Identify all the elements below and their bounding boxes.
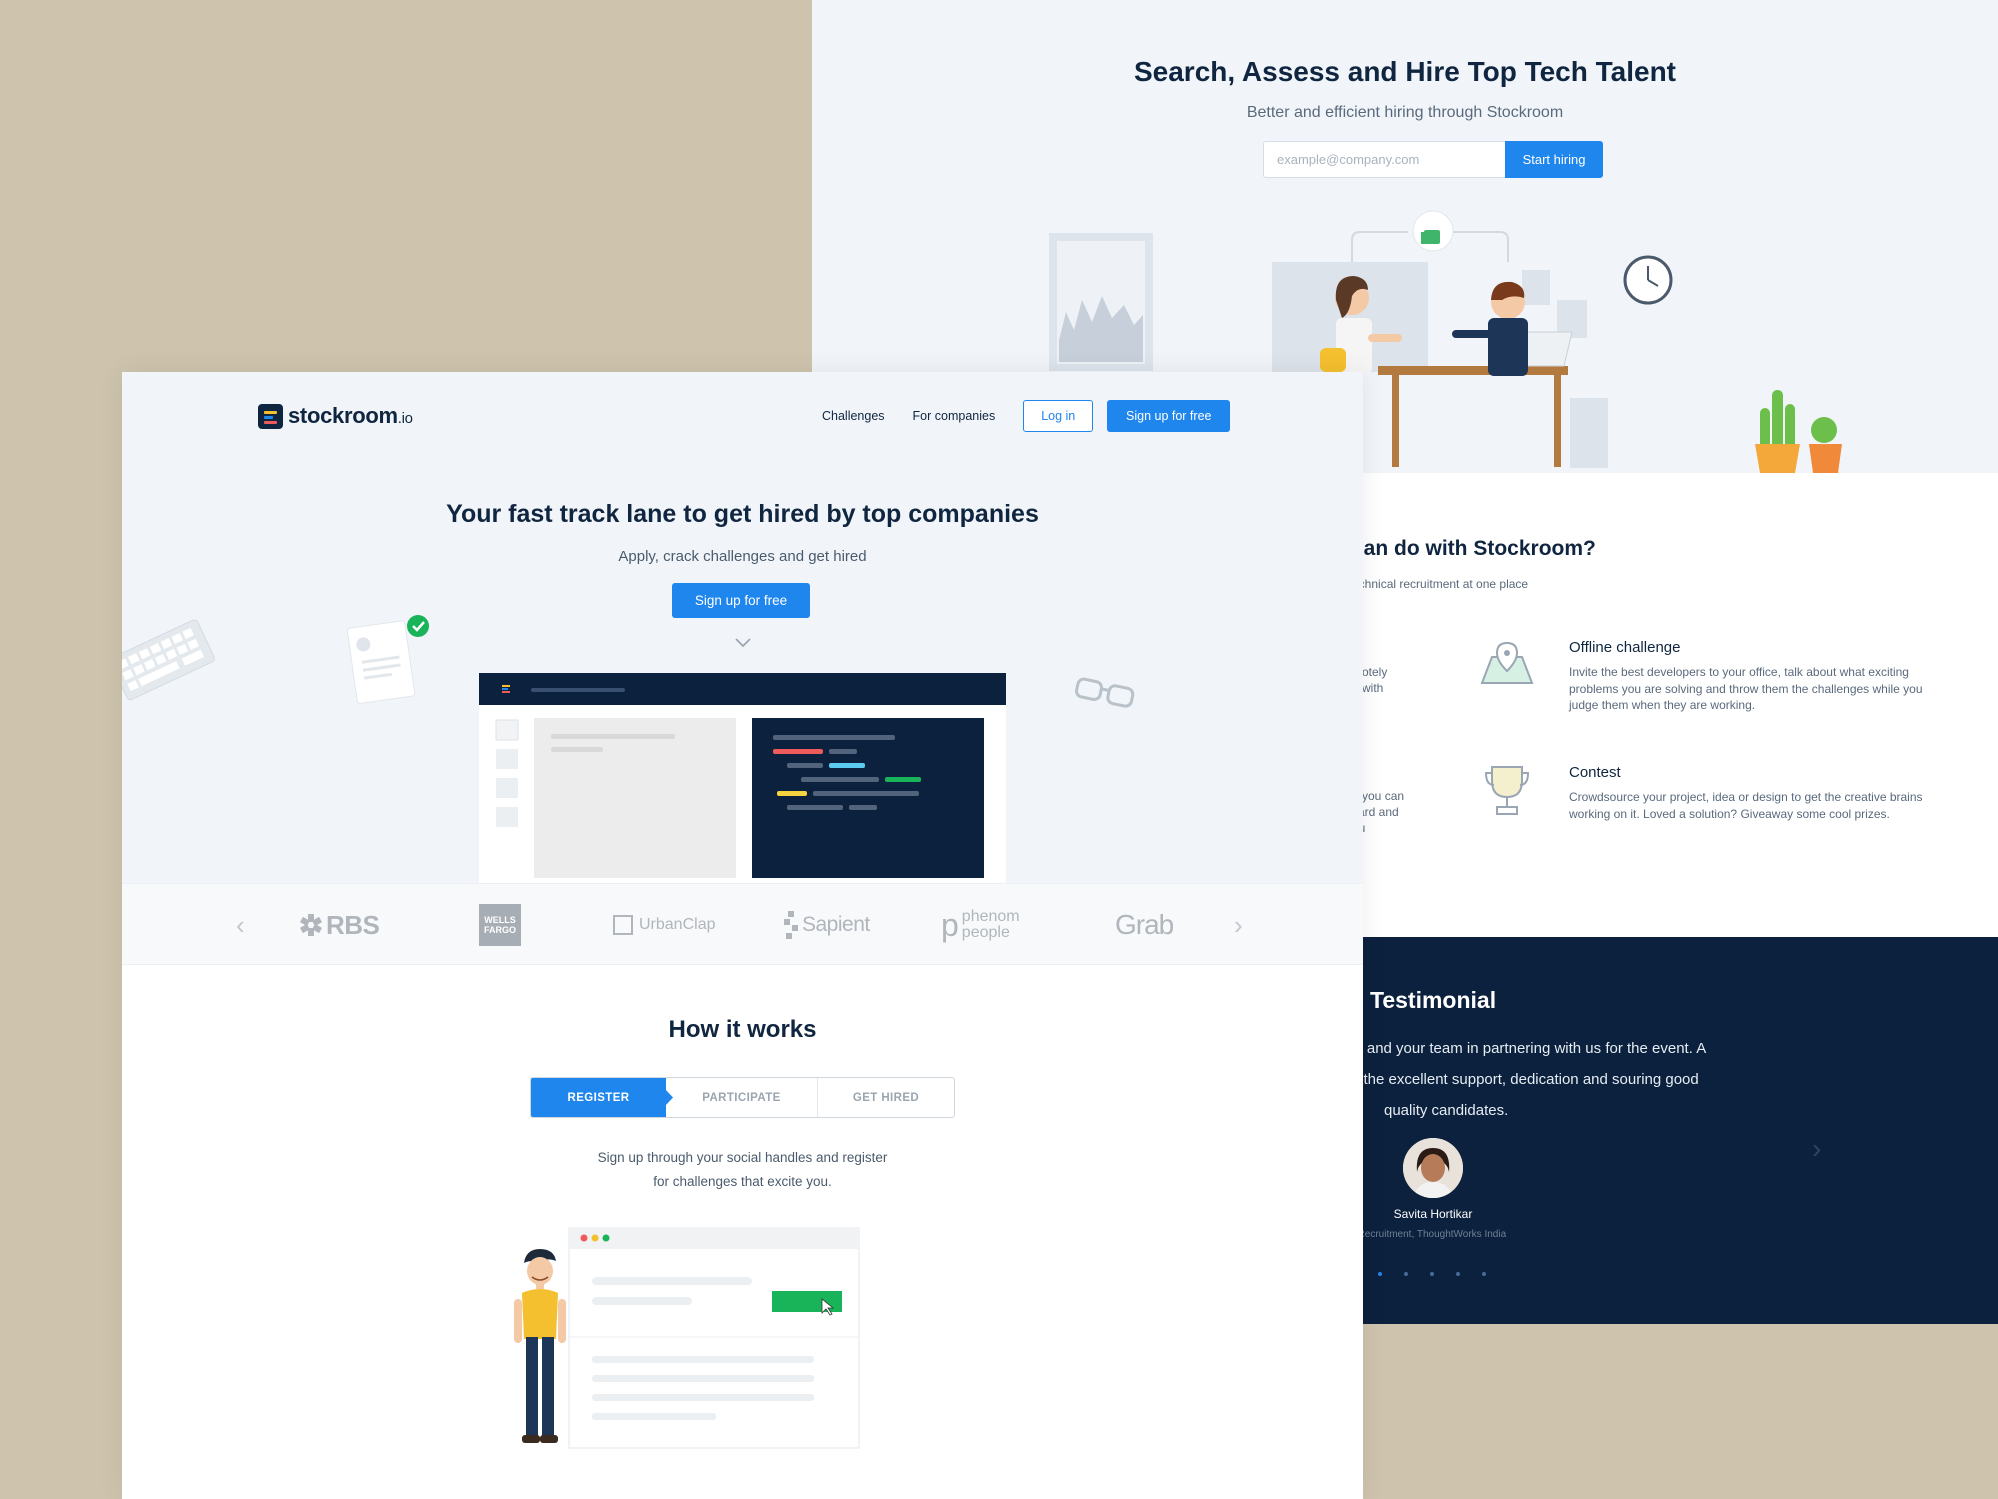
hero-signup-button[interactable]: Sign up for free: [672, 583, 810, 618]
feature-partial-text-2: d you can card and ou: [1352, 789, 1405, 835]
green-action-button: [772, 1291, 842, 1312]
testimonial-quote: ou and your team in partnering with us f…: [1346, 1040, 1707, 1119]
glasses-illustration: [1075, 677, 1135, 708]
carousel-dot[interactable]: [1404, 1272, 1408, 1276]
step-arrow: [665, 1089, 673, 1106]
client-logo-wells-fargo: WELLS FARGO: [479, 884, 521, 966]
features-subheading: echnical recruitment at one place: [1352, 577, 1529, 591]
chevron-down-icon[interactable]: [734, 637, 752, 649]
carousel-dot[interactable]: [1378, 1272, 1382, 1276]
main-nav: Challenges For companies Log in Sign up …: [822, 400, 1231, 432]
step-tab-get-hired[interactable]: GET HIRED: [818, 1078, 954, 1117]
brand-name: stockroom.io: [288, 403, 413, 428]
feature-offline-challenge: Offline challenge Invite the best develo…: [1569, 639, 1929, 714]
document-check-illustration: [346, 615, 429, 704]
nav-link-challenges[interactable]: Challenges: [822, 409, 885, 423]
client-logo-grab: Grab: [1115, 909, 1174, 940]
carousel-dot[interactable]: [1430, 1272, 1434, 1276]
client-logo-phenom-people: p phenom people: [941, 906, 1020, 943]
client-logos-bar: ‹ RBS WELLS FARGO UrbanClap Sapient p ph…: [122, 883, 1363, 965]
nav-link-for-companies[interactable]: For companies: [913, 409, 996, 423]
avatar: [1403, 1138, 1463, 1198]
candidate-page: stockroom.io Challenges For companies Lo…: [122, 372, 1363, 1499]
how-it-works-steps: REGISTER PARTICIPATE GET HIRED: [530, 1077, 955, 1118]
urbanclap-icon: [613, 915, 633, 935]
hero-title: Your fast track lane to get hired by top…: [446, 500, 1039, 528]
code-editor-panel: [752, 718, 984, 878]
feature-description: Invite the best developers to your offic…: [1569, 665, 1923, 712]
step-description: Sign up through your social handles and …: [597, 1150, 888, 1189]
features-heading: can do with Stockroom?: [1352, 537, 1596, 560]
feature-title: Contest: [1569, 764, 1621, 781]
phenom-icon: p: [941, 906, 959, 943]
testimonial-heading: Testimonial: [1370, 987, 1497, 1013]
sapient-icon: [784, 911, 798, 939]
carousel-dots: [1378, 1272, 1486, 1276]
map-pin-icon: [1480, 641, 1534, 684]
chevron-left-icon[interactable]: ‹: [236, 910, 245, 941]
client-logo-rbs: RBS: [299, 884, 380, 966]
chevron-right-icon[interactable]: ›: [1812, 1133, 1821, 1165]
office-desk: [1378, 366, 1568, 375]
step-tab-register[interactable]: REGISTER: [531, 1078, 666, 1117]
candidate-hero: stockroom.io Challenges For companies Lo…: [122, 372, 1363, 883]
client-logo-sapient: Sapient: [783, 884, 870, 966]
client-logo-urbanclap: UrbanClap: [613, 884, 715, 966]
keyboard-illustration: [122, 619, 215, 701]
carousel-dot[interactable]: [1456, 1272, 1460, 1276]
testimonial-author-role: f Recruitment, ThoughtWorks India: [1352, 1229, 1507, 1240]
testimonial-author-name: Savita Hortikar: [1393, 1207, 1473, 1221]
potted-plant: [1811, 417, 1837, 443]
logo-icon: [258, 403, 283, 429]
feature-partial-text-1: motely e with: [1352, 665, 1388, 695]
feature-contest: Contest Crowdsource your project, idea o…: [1569, 764, 1929, 822]
product-mockup-illustration: [479, 673, 1006, 883]
step-tab-participate[interactable]: PARTICIPATE: [666, 1078, 818, 1117]
feature-description: Crowdsource your project, idea or design…: [1569, 790, 1923, 821]
nav-signup-button[interactable]: Sign up for free: [1107, 400, 1231, 432]
chevron-right-icon[interactable]: ›: [1234, 910, 1243, 941]
stockroom-logo[interactable]: stockroom.io: [258, 403, 413, 429]
carousel-dot[interactable]: [1482, 1272, 1486, 1276]
trophy-icon: [1484, 766, 1530, 815]
how-it-works-title: How it works: [668, 1016, 817, 1043]
login-button[interactable]: Log in: [1023, 400, 1094, 432]
feature-title: Offline challenge: [1569, 639, 1681, 656]
register-illustration: [514, 1227, 860, 1449]
check-icon: [407, 615, 429, 637]
hero-subtitle: Apply, crack challenges and get hired: [618, 548, 867, 565]
rbs-daisy-icon: [299, 914, 323, 936]
